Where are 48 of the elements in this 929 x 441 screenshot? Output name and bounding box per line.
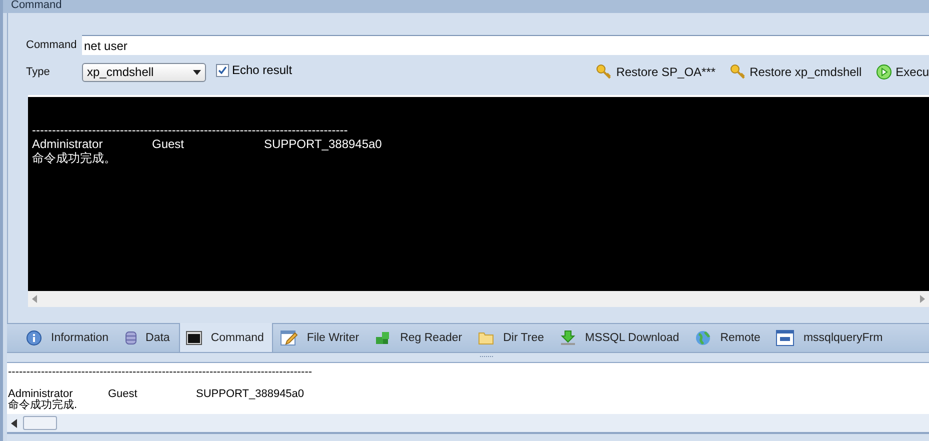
separator-line: ------------------------------------------------------------------------------- (32, 123, 348, 137)
echo-label: Echo result (232, 63, 292, 77)
scrollbar-thumb[interactable] (23, 416, 57, 430)
info-icon (26, 330, 42, 346)
console-text: 命令成功完成。 (32, 151, 116, 165)
command-label: Command (26, 39, 78, 51)
key-icon (596, 64, 612, 80)
tab[interactable]: Reg Reader (368, 324, 472, 352)
type-dropdown[interactable]: xp_cmdshell (82, 62, 206, 82)
toolbar-button[interactable]: Restore SP_OA*** (596, 64, 716, 80)
tab[interactable]: Information (19, 324, 118, 352)
tab[interactable]: File Writer (272, 324, 368, 352)
console-text: SUPPORT_388945a0 (264, 137, 382, 151)
console-text: Guest (152, 137, 184, 151)
scroll-left-icon[interactable] (11, 418, 17, 428)
caret-icon (193, 70, 201, 74)
folder-icon (478, 331, 494, 345)
download-icon (560, 330, 576, 346)
tab[interactable]: MSSQL Download (553, 324, 688, 352)
toolbar-button[interactable]: Execu (876, 64, 929, 80)
tab[interactable]: Command (178, 323, 273, 352)
play-icon (876, 64, 892, 80)
output-text: Administrator (8, 388, 73, 400)
command-field[interactable]: net user (82, 35, 929, 55)
tab[interactable]: Data (118, 324, 179, 352)
type-label: Type (26, 66, 51, 78)
terminal-icon (186, 330, 202, 344)
horizontal-scrollbar[interactable] (7, 414, 929, 434)
cubes-icon (375, 330, 392, 346)
output-text: Guest (108, 388, 138, 400)
key-icon (730, 64, 746, 80)
separator-line: ----------------------------------------------------------------------------------- (8, 367, 312, 378)
output-text: 命令成功完成. (8, 400, 78, 411)
panel-title: Command (3, 0, 929, 13)
tab[interactable]: mssqlqueryFrm (769, 324, 892, 352)
scroll-right-icon[interactable] (920, 295, 925, 303)
tab[interactable]: Remote (688, 324, 770, 352)
database-icon (124, 330, 137, 346)
horizontal-scrollbar[interactable] (28, 291, 929, 307)
sql-icon (776, 330, 794, 346)
splitter-grip[interactable] (480, 356, 493, 359)
echo-checkbox[interactable] (216, 64, 229, 76)
pencil-icon (280, 329, 298, 347)
toolbar-button[interactable]: Restore xp_cmdshell (730, 64, 862, 80)
tab[interactable]: Dir Tree (471, 324, 553, 352)
console-text: Administrator (32, 137, 103, 151)
globe-icon (695, 330, 712, 346)
output-text: SUPPORT_388945a0 (196, 388, 304, 400)
